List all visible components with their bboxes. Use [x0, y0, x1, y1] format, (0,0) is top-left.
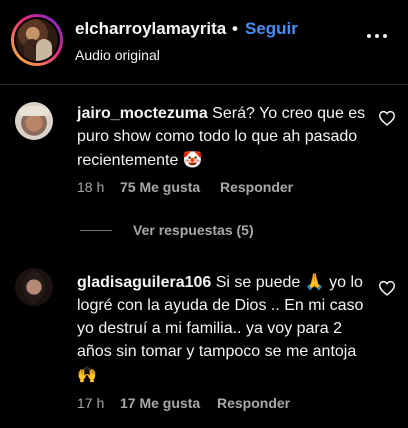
reply-button[interactable]: Responder: [217, 395, 290, 411]
comment-username[interactable]: jairo_moctezuma: [77, 105, 208, 122]
more-options-icon[interactable]: [366, 30, 388, 42]
follow-button[interactable]: Seguir: [245, 19, 298, 39]
comment-likes[interactable]: 75 Me gusta: [120, 179, 200, 195]
comment-time: 18 h: [77, 179, 105, 195]
comment-body: jairo_moctezuma Será? Yo creo que es pur…: [77, 102, 367, 172]
app-screen: elcharroylamayrita • Seguir Audio origin…: [0, 0, 408, 428]
reply-button[interactable]: Responder: [220, 179, 293, 195]
praying-hands-emoji: 🙏: [304, 272, 325, 291]
avatar-photo: [16, 19, 58, 61]
profile-avatar[interactable]: [11, 14, 63, 66]
separator-dot: •: [232, 19, 238, 38]
clown-emoji: 🤡: [182, 150, 203, 169]
replies-divider-line: [80, 230, 112, 231]
commenter-avatar[interactable]: [15, 268, 53, 306]
comment-text-intro: Si se puede: [215, 274, 301, 291]
header: elcharroylamayrita • Seguir Audio origin…: [0, 0, 408, 84]
comment-username[interactable]: gladisaguilera106: [77, 274, 211, 291]
account-username[interactable]: elcharroylamayrita: [75, 19, 226, 39]
raised-hands-emoji: 🙌: [77, 365, 97, 384]
comment-likes[interactable]: 17 Me gusta: [120, 395, 200, 411]
audio-label[interactable]: Audio original: [75, 47, 160, 63]
commenter-avatar[interactable]: [15, 102, 53, 140]
comment-body: gladisaguilera106 Si se puede 🙏 yo lo lo…: [77, 270, 367, 387]
header-divider: [0, 84, 408, 85]
comment-time: 17 h: [77, 395, 105, 411]
heart-outline-icon[interactable]: [378, 110, 396, 126]
heart-outline-icon[interactable]: [378, 280, 396, 296]
view-replies-button[interactable]: Ver respuestas (5): [133, 222, 254, 238]
